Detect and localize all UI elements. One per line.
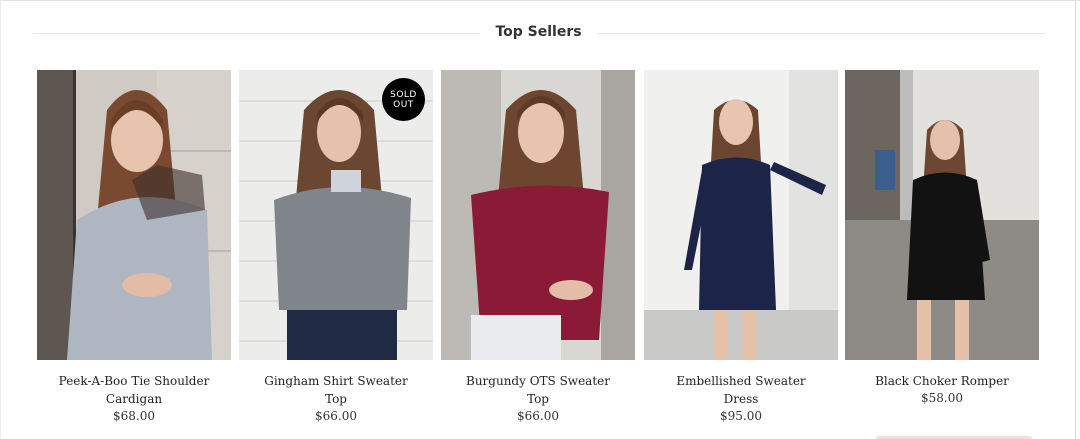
product-image-link[interactable] [644, 70, 838, 360]
product-price: $66.00 [315, 409, 357, 423]
product-card[interactable]: Burgundy OTS Sweater Top $66.00 [441, 70, 635, 425]
product-card[interactable]: Black Choker Romper $58.00 [845, 70, 1039, 407]
product-photo-icon [441, 70, 635, 360]
product-name[interactable]: Peek-A-Boo Tie Shoulder Cardigan [37, 372, 231, 408]
product-price: $66.00 [517, 409, 559, 423]
product-image-link[interactable] [37, 70, 231, 360]
product-price: $68.00 [113, 409, 155, 423]
top-sellers-section: Top Sellers Peek-A-Boo Tie Shoulder Card… [0, 0, 1080, 439]
product-price: $95.00 [720, 409, 762, 423]
header-divider-left [33, 33, 480, 34]
product-card[interactable]: Embellished Sweater Dress $95.00 [644, 70, 838, 425]
product-name[interactable]: Black Choker Romper [845, 372, 1039, 390]
product-photo-icon [845, 70, 1039, 360]
product-name[interactable]: Embellished Sweater Dress [644, 372, 838, 408]
left-border [0, 0, 1, 439]
sold-out-badge: SOLD OUT [382, 78, 425, 121]
section-title: Top Sellers [495, 24, 582, 40]
product-photo-icon [644, 70, 838, 360]
product-card[interactable]: SOLD OUT Gingham Shirt Sweater Top $66.0… [239, 70, 433, 425]
product-photo-icon [37, 70, 231, 360]
product-image-link[interactable] [441, 70, 635, 360]
product-card[interactable]: Peek-A-Boo Tie Shoulder Cardigan $68.00 [37, 70, 231, 425]
product-image-link[interactable] [845, 70, 1039, 360]
sold-out-badge-label: SOLD OUT [390, 89, 417, 110]
product-price: $58.00 [921, 391, 963, 405]
section-header: Top Sellers [33, 22, 1045, 46]
product-image-link[interactable]: SOLD OUT [239, 70, 433, 360]
header-divider-right [597, 33, 1045, 34]
product-grid: Peek-A-Boo Tie Shoulder Cardigan $68.00 [37, 70, 1039, 430]
right-scroll-edge [1075, 0, 1076, 439]
top-border [0, 0, 1080, 1]
product-name[interactable]: Burgundy OTS Sweater Top [441, 372, 635, 408]
product-name[interactable]: Gingham Shirt Sweater Top [239, 372, 433, 408]
